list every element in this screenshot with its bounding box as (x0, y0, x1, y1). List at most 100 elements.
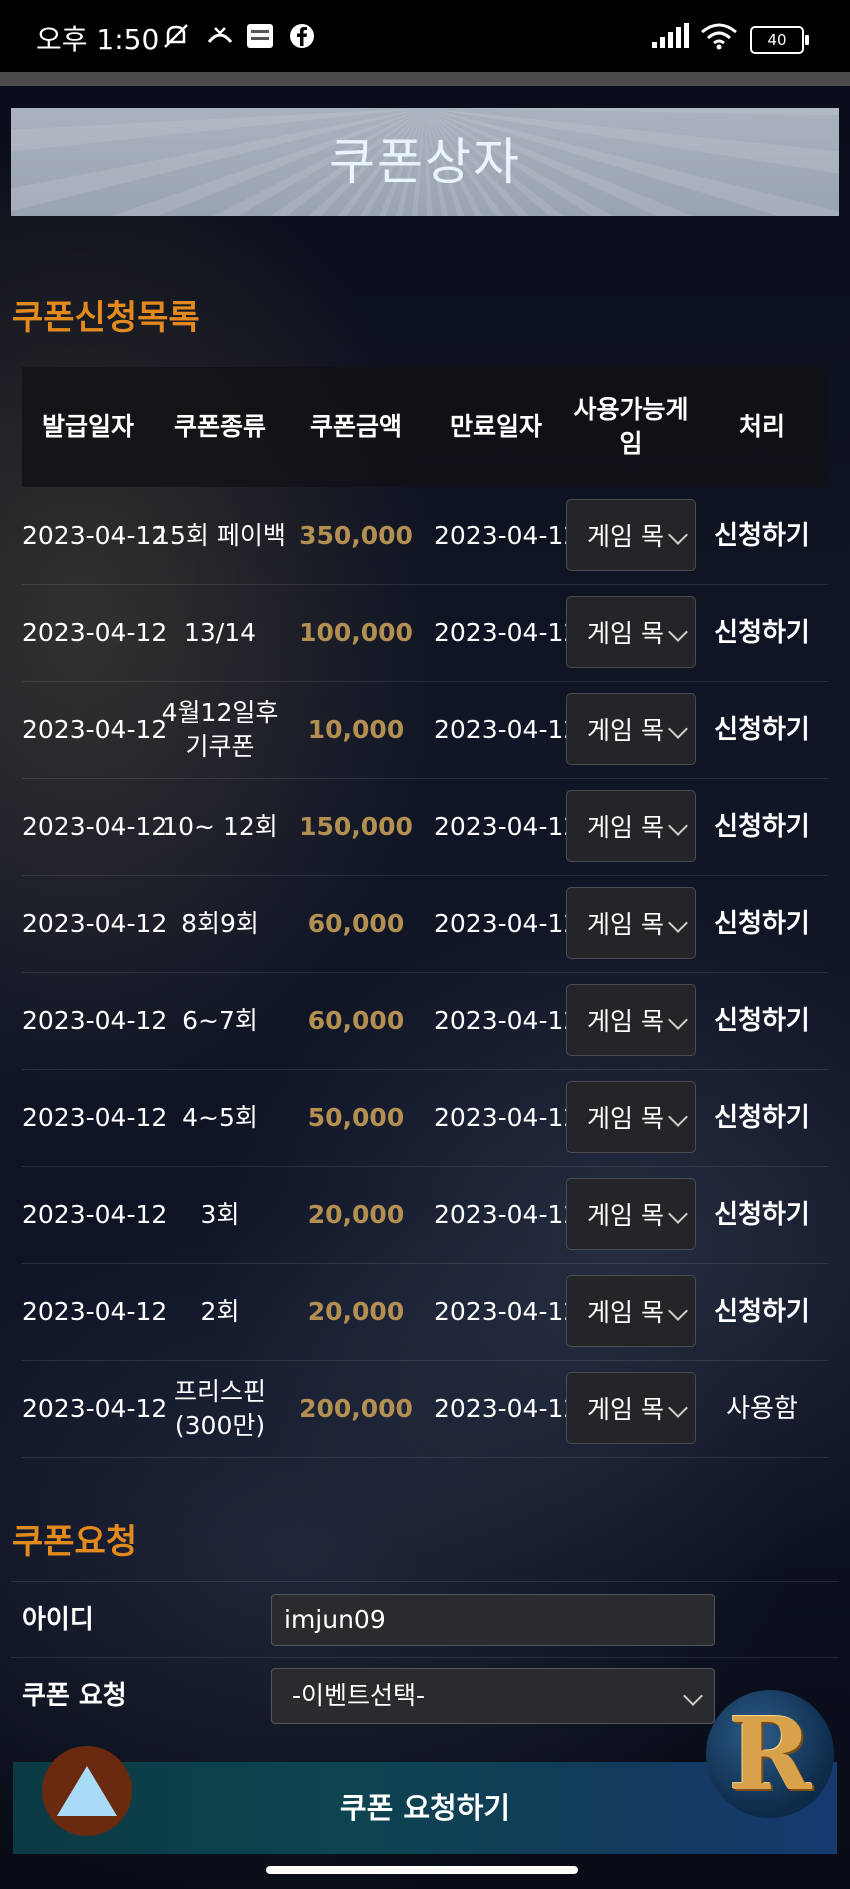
table-row: 2023-04-12 3회 20,000 2023-04-12 게임 목 신청하기 (22, 1166, 828, 1264)
coupon-amount: 50,000 (307, 1102, 405, 1132)
status-bar: 오후 1:50 40 (0, 0, 850, 72)
coupon-request-label: 쿠폰 요청 (22, 1681, 127, 1711)
chevron-down-icon (668, 1204, 688, 1224)
coupon-type: 2회 (200, 1296, 240, 1326)
battery-icon: 40 (750, 26, 809, 54)
coupon-amount: 100,000 (299, 617, 413, 647)
coupon-type: 13/14 (183, 617, 257, 647)
issue-date: 2023-04-12 (22, 908, 168, 938)
game-list-select[interactable]: 게임 목 (566, 1275, 696, 1347)
chevron-down-icon (668, 525, 688, 545)
coupon-amount: 200,000 (299, 1393, 413, 1423)
apply-button[interactable]: 신청하기 (696, 1263, 828, 1360)
chevron-down-icon (668, 1301, 688, 1321)
game-list-select-value: 게임 목 (587, 1007, 664, 1036)
header-amount: 쿠폰금액 (309, 412, 402, 441)
game-list-select[interactable]: 게임 목 (566, 984, 696, 1056)
issue-date: 2023-04-12 (22, 520, 168, 550)
game-list-select-value: 게임 목 (587, 1395, 664, 1424)
game-list-select[interactable]: 게임 목 (566, 887, 696, 959)
table-row: 2023-04-12 4~5회 50,000 2023-04-12 게임 목 신청하기 (22, 1069, 828, 1167)
facebook-icon (290, 24, 314, 48)
header-expiry-date: 만료일자 (449, 412, 542, 441)
game-list-select-value: 게임 목 (587, 619, 664, 648)
issue-date: 2023-04-12 (22, 1102, 168, 1132)
game-list-select[interactable]: 게임 목 (566, 693, 696, 765)
bank-app-icon (247, 24, 273, 48)
game-list-select[interactable]: 게임 목 (566, 1178, 696, 1250)
triangle-up-icon (57, 1766, 117, 1816)
expiry-date: 2023-04-12 (434, 811, 580, 841)
coupon-type: 4월12일후기쿠폰 (161, 697, 279, 761)
apply-button[interactable]: 신청하기 (696, 972, 828, 1069)
table-row: 2023-04-12 10~ 12회 150,000 2023-04-12 게임 목 신청… (22, 778, 828, 876)
apply-button[interactable]: 신청하기 (696, 584, 828, 681)
table-row: 2023-04-12 프리스핀 (300만) 200,000 2023-04-12 게임… (22, 1360, 828, 1458)
expiry-date: 2023-04-12 (434, 520, 580, 550)
event-select-value: -이벤트선택- (292, 1681, 426, 1710)
apply-button[interactable]: 신청하기 (696, 1069, 828, 1166)
apply-button[interactable]: 신청하기 (696, 1166, 828, 1263)
coupon-amount: 150,000 (299, 811, 413, 841)
coupon-amount: 20,000 (307, 1199, 405, 1229)
table-row: 2023-04-12 8회9회 60,000 2023-04-12 게임 목 신청하기 (22, 875, 828, 973)
header-issue-date: 발급일자 (41, 412, 134, 441)
game-list-select[interactable]: 게임 목 (566, 596, 696, 668)
coupon-amount: 350,000 (299, 520, 413, 550)
game-list-select-value: 게임 목 (587, 910, 664, 939)
page-title-banner: 쿠폰상자 (11, 108, 839, 216)
expiry-date: 2023-04-12 (434, 1005, 580, 1035)
expiry-date: 2023-04-12 (434, 1393, 580, 1423)
coupon-type: 6~7회 (182, 1005, 258, 1035)
coupon-type: 8회9회 (181, 908, 259, 938)
table-header: 발급일자 쿠폰종류 쿠폰금액 만료일자 사용가능게임 처리 (22, 367, 828, 487)
event-select[interactable]: -이벤트선택- (271, 1668, 715, 1724)
chevron-down-icon (668, 622, 688, 642)
issue-date: 2023-04-12 (22, 617, 168, 647)
chevron-down-icon (668, 816, 688, 836)
game-list-select-value: 게임 목 (587, 1104, 664, 1133)
expiry-date: 2023-04-12 (434, 714, 580, 744)
game-list-select[interactable]: 게임 목 (566, 499, 696, 571)
brand-logo-button[interactable]: R (706, 1690, 834, 1818)
coupon-list-title: 쿠폰신청목록 (12, 298, 200, 338)
id-label: 아이디 (22, 1605, 94, 1635)
id-input[interactable]: imjun09 (271, 1594, 715, 1646)
home-indicator[interactable] (266, 1866, 578, 1874)
expiry-date: 2023-04-12 (434, 1296, 580, 1326)
game-list-select-value: 게임 목 (587, 716, 664, 745)
coupon-amount: 10,000 (307, 714, 405, 744)
header-usable-games: 사용가능게임 (573, 395, 689, 458)
apply-button[interactable]: 신청하기 (696, 487, 828, 584)
wifi-icon (701, 23, 737, 50)
table-row: 2023-04-12 13/14 100,000 2023-04-12 게임 목 신청하기 (22, 584, 828, 682)
issue-date: 2023-04-12 (22, 1005, 168, 1035)
table-row: 2023-04-12 15회 페이백 350,000 2023-04-12 게임 목 신청… (22, 487, 828, 585)
apply-button[interactable]: 신청하기 (696, 875, 828, 972)
coupon-amount: 60,000 (307, 908, 405, 938)
expiry-date: 2023-04-12 (434, 1102, 580, 1132)
game-list-select[interactable]: 게임 목 (566, 1372, 696, 1444)
expiry-date: 2023-04-12 (434, 1199, 580, 1229)
game-list-select[interactable]: 게임 목 (566, 790, 696, 862)
table-row: 2023-04-12 4월12일후기쿠폰 10,000 2023-04-12 게임 목신… (22, 681, 828, 779)
apply-button[interactable]: 신청하기 (696, 681, 828, 778)
game-list-select[interactable]: 게임 목 (566, 1081, 696, 1153)
issue-date: 2023-04-12 (22, 811, 168, 841)
coupon-type: 3회 (200, 1199, 240, 1229)
scroll-to-top-button[interactable] (42, 1746, 132, 1836)
game-list-select-value: 게임 목 (587, 813, 664, 842)
coupon-amount: 20,000 (307, 1296, 405, 1326)
game-list-select-value: 게임 목 (587, 522, 664, 551)
status-time: 오후 1:50 (36, 23, 160, 56)
chevron-down-icon (668, 719, 688, 739)
coupon-type: 15회 페이백 (154, 520, 286, 550)
chevron-down-icon (683, 1686, 703, 1706)
coupon-type: 4~5회 (182, 1102, 258, 1132)
table-row: 2023-04-12 6~7회 60,000 2023-04-12 게임 목 신청하기 (22, 972, 828, 1070)
chevron-down-icon (668, 913, 688, 933)
coupon-request-title: 쿠폰요청 (12, 1522, 138, 1562)
chevron-down-icon (668, 1010, 688, 1030)
issue-date: 2023-04-12 (22, 1393, 168, 1423)
apply-button[interactable]: 신청하기 (696, 778, 828, 875)
